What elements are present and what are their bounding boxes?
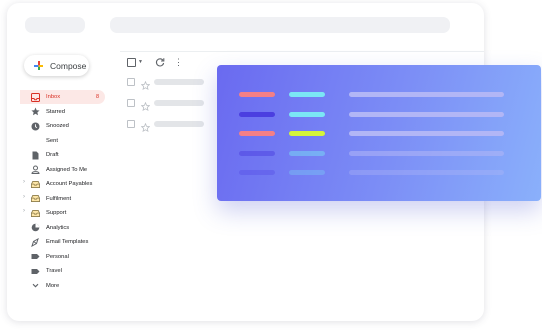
shared-inbox-icon <box>31 209 40 218</box>
sidebar-item-travel[interactable]: Travel <box>20 264 105 278</box>
sidebar-item-fulfilment[interactable]: › Fulfilment <box>20 192 105 206</box>
inbox-icon <box>31 92 40 102</box>
sidebar-item-more[interactable]: More <box>20 279 105 293</box>
select-all-checkbox[interactable] <box>127 57 136 67</box>
sidebar-item-label: Account Payables <box>46 181 93 187</box>
sidebar-item-personal[interactable]: Personal <box>20 250 105 264</box>
decorative-line <box>239 151 275 156</box>
row-checkbox[interactable] <box>127 98 135 107</box>
mail-row[interactable] <box>127 119 204 133</box>
analytics-icon <box>31 223 40 232</box>
send-icon <box>31 136 40 145</box>
sidebar-nav: Inbox 8 Starred Snoozed Sent Draft Assigned To… <box>20 90 105 293</box>
star-outline-icon[interactable] <box>140 77 151 91</box>
sidebar-item-label: Travel <box>46 268 62 274</box>
logo-placeholder <box>25 17 85 33</box>
compose-label: Compose <box>50 60 87 71</box>
shared-inbox-icon <box>31 194 40 203</box>
decorative-line <box>349 131 504 136</box>
expand-chevron-icon[interactable]: › <box>23 179 25 185</box>
mail-toolbar: ▼ ⋮ <box>127 57 183 67</box>
sidebar-item-label: Assigned To Me <box>46 166 88 173</box>
expand-chevron-icon[interactable]: › <box>23 194 25 200</box>
person-icon <box>31 165 40 174</box>
subject-placeholder <box>154 120 204 127</box>
sidebar-item-support[interactable]: › Support <box>20 206 105 220</box>
sidebar-item-label: Email Templates <box>46 239 89 245</box>
decorative-line <box>239 112 275 117</box>
sidebar-item-starred[interactable]: Starred <box>20 105 105 119</box>
subject-placeholder <box>154 99 204 106</box>
search-bar-placeholder[interactable] <box>110 17 450 33</box>
refresh-icon[interactable] <box>155 57 165 67</box>
template-icon <box>31 237 40 247</box>
label-icon <box>31 267 40 276</box>
mail-row[interactable] <box>127 98 204 112</box>
decorative-line <box>349 112 504 117</box>
row-checkbox[interactable] <box>127 119 135 128</box>
sidebar-item-label: Support <box>46 210 67 216</box>
compose-button[interactable]: Compose <box>24 55 89 76</box>
sidebar-item-label: Personal <box>46 253 69 260</box>
decorative-line <box>289 112 325 117</box>
clock-icon <box>31 122 40 131</box>
sidebar-item-label: Starred <box>46 108 66 115</box>
unread-count: 8 <box>95 94 99 100</box>
star-outline-icon[interactable] <box>140 119 151 133</box>
decorative-line <box>289 170 325 175</box>
star-icon <box>31 107 40 116</box>
sidebar-item-account-payables[interactable]: › Account Payables <box>20 177 105 191</box>
decorative-line <box>349 92 504 97</box>
decorative-line <box>289 92 325 97</box>
sidebar-item-label: More <box>46 282 60 289</box>
sidebar-item-label: Analytics <box>46 224 70 231</box>
decorative-line <box>349 151 504 156</box>
sidebar-item-email-templates[interactable]: Email Templates <box>20 235 105 249</box>
chevron-down-icon <box>31 281 40 290</box>
sidebar-item-analytics[interactable]: Analytics <box>20 221 105 235</box>
subject-placeholder <box>154 78 204 85</box>
select-dropdown-icon[interactable]: ▼ <box>138 59 143 65</box>
decorative-line <box>349 170 504 175</box>
sidebar-item-sent[interactable]: Sent <box>20 134 105 148</box>
star-outline-icon[interactable] <box>140 98 151 112</box>
decorative-line <box>289 151 325 156</box>
sidebar-item-label: Fulfilment <box>46 195 72 202</box>
decorative-line <box>289 131 325 136</box>
sidebar-item-inbox[interactable]: Inbox 8 <box>20 90 105 104</box>
feature-illustration-card <box>217 65 541 201</box>
draft-icon <box>31 151 40 160</box>
expand-chevron-icon[interactable]: › <box>23 208 25 214</box>
sidebar-item-assigned[interactable]: Assigned To Me <box>20 163 105 177</box>
more-vert-icon[interactable]: ⋮ <box>174 57 183 67</box>
shared-inbox-icon <box>31 180 40 189</box>
sidebar-item-label: Snoozed <box>46 123 69 129</box>
decorative-line <box>239 131 275 136</box>
sidebar-item-snoozed[interactable]: Snoozed <box>20 119 105 133</box>
decorative-line <box>239 170 275 175</box>
decorative-line <box>239 92 275 97</box>
sidebar-item-label: Sent <box>46 137 58 144</box>
plus-icon <box>34 61 43 70</box>
sidebar-item-label: Draft <box>46 152 59 158</box>
toolbar-divider <box>120 51 484 52</box>
mail-row[interactable] <box>127 77 204 91</box>
sidebar-item-draft[interactable]: Draft <box>20 148 105 162</box>
row-checkbox[interactable] <box>127 77 135 86</box>
label-icon <box>31 252 40 261</box>
sidebar-item-label: Inbox <box>46 94 61 100</box>
